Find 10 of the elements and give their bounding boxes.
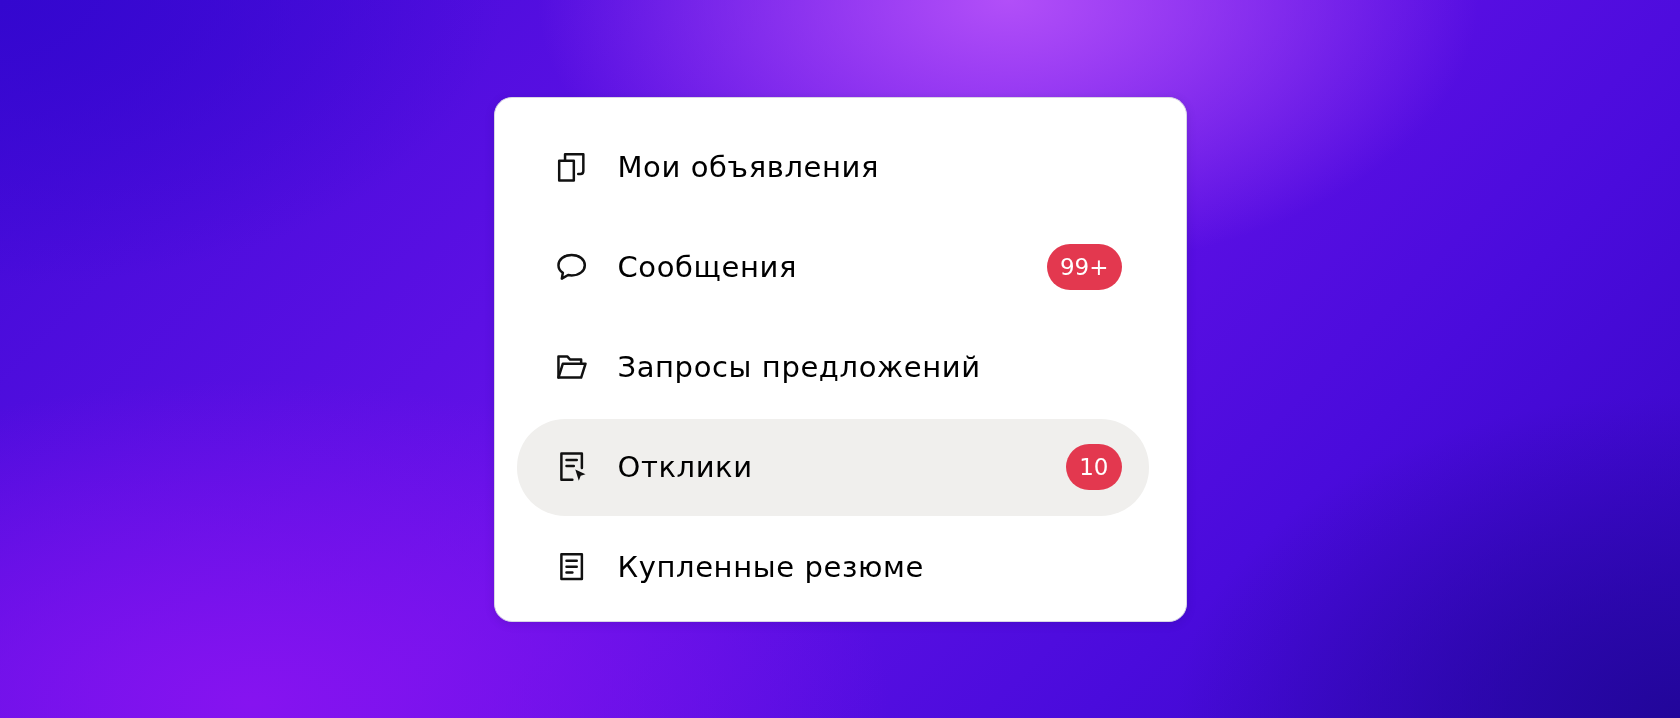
menu-item[interactable]: Мои объявления bbox=[516, 118, 1149, 216]
count-badge: 10 bbox=[1066, 444, 1122, 490]
menu-item[interactable]: Сообщения 99+ bbox=[516, 218, 1149, 316]
menu-item[interactable]: Отклики 10 bbox=[516, 418, 1149, 516]
count-badge: 99+ bbox=[1046, 244, 1122, 290]
menu-item[interactable]: Купленные резюме bbox=[516, 518, 1149, 616]
stacked-pages-icon bbox=[556, 152, 587, 182]
folder-icon bbox=[556, 352, 587, 382]
menu-item[interactable]: Запросы предложений bbox=[516, 318, 1149, 416]
speech-bubble-icon bbox=[556, 252, 587, 282]
